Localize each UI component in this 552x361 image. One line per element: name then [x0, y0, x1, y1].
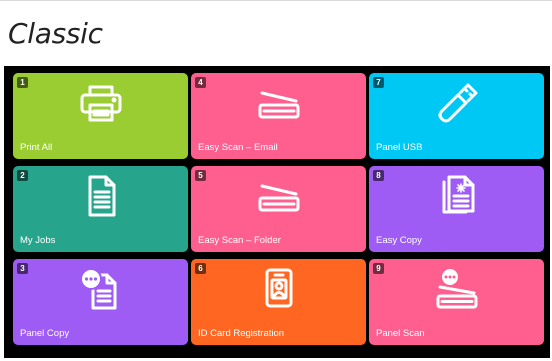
- tile-id-card-registration[interactable]: 6 ID Card Registration: [191, 259, 366, 345]
- tile-label: My Jobs: [20, 235, 56, 246]
- tile-number: 6: [195, 263, 206, 274]
- tile-easy-copy[interactable]: 8 Easy Copy: [369, 166, 544, 252]
- copy-documents-icon: [434, 174, 480, 218]
- tile-label: Easy Scan – Folder: [198, 235, 281, 246]
- tile-label: Panel Copy: [20, 328, 70, 339]
- page-title: Classic: [8, 17, 103, 50]
- tile-number: 2: [17, 170, 28, 181]
- top-divider: [0, 0, 552, 1]
- tile-label: ID Card Registration: [198, 328, 285, 339]
- usb-drive-icon: [434, 81, 480, 125]
- tile-label: Panel Scan: [376, 328, 425, 339]
- document-with-more-icon: [78, 267, 124, 311]
- tile-easy-scan-email[interactable]: 4 Easy Scan – Email: [191, 73, 366, 159]
- tile-number: 1: [17, 77, 28, 88]
- tile-number: 9: [373, 263, 384, 274]
- id-badge-icon: [256, 267, 302, 311]
- tile-label: Panel USB: [376, 142, 423, 153]
- scanner-icon: [256, 81, 302, 125]
- printer-icon: [78, 81, 124, 125]
- tile-label: Print All: [20, 142, 53, 153]
- tile-number: 5: [195, 170, 206, 181]
- tile-number: 4: [195, 77, 206, 88]
- tile-grid: 1 Print All 4 Easy Scan – Email 7 Panel …: [4, 66, 550, 358]
- tile-panel-usb[interactable]: 7 Panel USB: [369, 73, 544, 159]
- tile-label: Easy Scan – Email: [198, 142, 278, 153]
- scanner-with-more-icon: [434, 267, 480, 311]
- tile-easy-scan-folder[interactable]: 5 Easy Scan – Folder: [191, 166, 366, 252]
- document-icon: [78, 174, 124, 218]
- tile-print-all[interactable]: 1 Print All: [13, 73, 188, 159]
- tile-panel-copy[interactable]: 3 Panel Copy: [13, 259, 188, 345]
- tile-label: Easy Copy: [376, 235, 422, 246]
- tile-number: 7: [373, 77, 384, 88]
- tile-number: 8: [373, 170, 384, 181]
- tile-number: 3: [17, 263, 28, 274]
- tile-my-jobs[interactable]: 2 My Jobs: [13, 166, 188, 252]
- tile-panel-scan[interactable]: 9 Panel Scan: [369, 259, 544, 345]
- scanner-icon: [256, 174, 302, 218]
